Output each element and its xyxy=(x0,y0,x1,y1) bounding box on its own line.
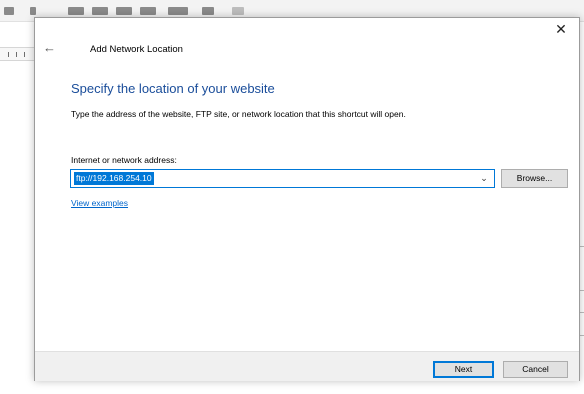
description-text: Type the address of the website, FTP sit… xyxy=(71,109,406,119)
address-combobox[interactable]: ftp://192.168.254.10 ⌄ xyxy=(70,169,495,188)
ruler-tick xyxy=(16,52,17,57)
address-input-value[interactable]: ftp://192.168.254.10 xyxy=(74,172,154,185)
chevron-down-icon[interactable]: ⌄ xyxy=(478,172,490,185)
align-right-icon xyxy=(116,7,132,15)
address-label: Internet or network address: xyxy=(71,155,177,165)
line-spacing-icon xyxy=(168,7,188,15)
shading-icon xyxy=(202,7,214,15)
justify-icon xyxy=(140,7,156,15)
ruler-tick xyxy=(24,52,25,57)
view-examples-link[interactable]: View examples xyxy=(71,198,128,208)
close-icon[interactable]: ✕ xyxy=(551,20,571,38)
dialog-title: Add Network Location xyxy=(90,44,183,55)
back-arrow-icon[interactable]: ← xyxy=(43,40,59,56)
cancel-button[interactable]: Cancel xyxy=(503,361,568,378)
format-painter-icon xyxy=(4,7,14,15)
dialog-footer: Next Cancel xyxy=(35,351,579,381)
add-network-location-dialog: ✕ ← Add Network Location Specify the loc… xyxy=(34,17,580,381)
browse-button[interactable]: Browse... xyxy=(501,169,568,188)
next-button[interactable]: Next xyxy=(433,361,494,378)
ruler-tick xyxy=(8,52,9,57)
align-left-icon xyxy=(68,7,84,15)
page-heading: Specify the location of your website xyxy=(71,81,275,96)
align-center-icon xyxy=(92,7,108,15)
dropdown-icon xyxy=(30,7,36,15)
borders-icon xyxy=(232,7,244,15)
